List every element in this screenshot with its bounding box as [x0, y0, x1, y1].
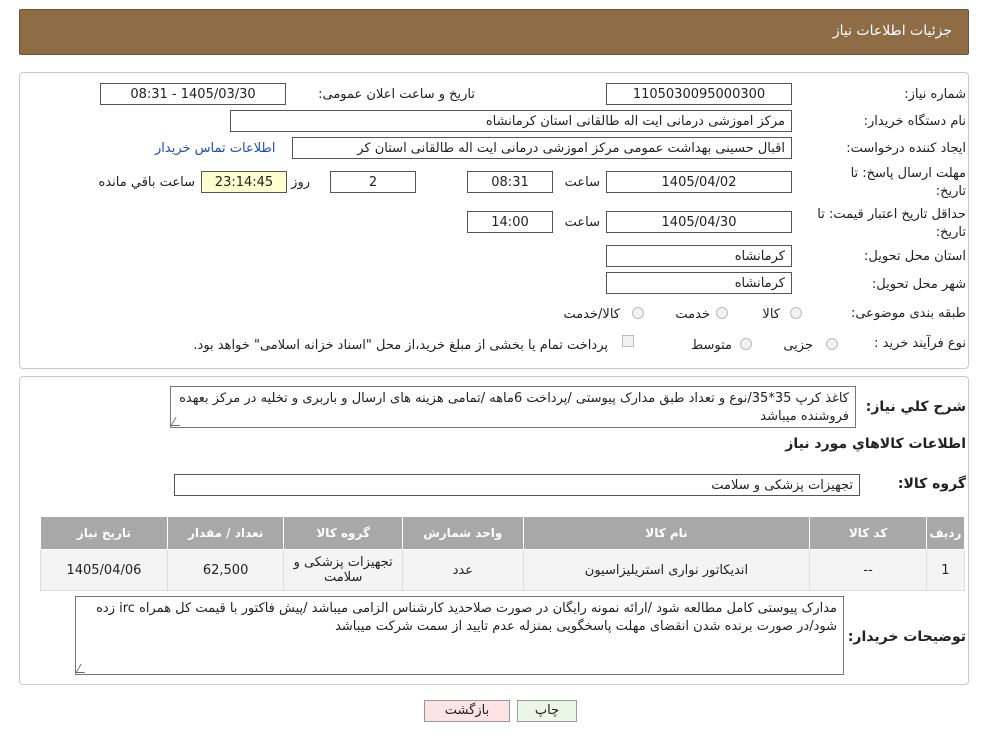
process-label: نوع فرآیند خرید :	[874, 336, 966, 351]
summary-text: کاغذ کرپ 35*35/نوع و تعداد طبق مدارک پیو…	[179, 391, 849, 424]
buyer-org-field: مرکز اموزشی درمانی ایت اله طالقانی استان…	[230, 110, 792, 132]
col-unit: واحد شمارش	[401, 516, 524, 550]
deadline-label: مهلت ارسال پاسخ: تا	[850, 166, 966, 181]
validity-label-date: تاریخ:	[935, 225, 966, 240]
col-date: تاریخ نیاز	[40, 516, 168, 550]
category-service-label: خدمت	[675, 307, 710, 322]
process-minor-radio[interactable]	[826, 338, 838, 350]
col-code: کد کالا	[809, 516, 927, 550]
need-number-field: 1105030095000300	[606, 83, 792, 105]
process-minor-label: جزیی	[783, 338, 813, 353]
remaining-time-label: ساعت باقي مانده	[98, 175, 195, 190]
col-qty: تعداد / مقدار	[166, 516, 285, 550]
cell-group: تجهیزات پزشکی و سلامت	[283, 549, 403, 591]
cell-name: اندیکاتور نواری استریلیزاسیون	[522, 549, 811, 591]
buyer-notes-text: مدارک پیوستی کامل مطالعه شود /ارائه نمون…	[96, 601, 837, 634]
category-goods-service-label: کالا/خدمت	[563, 307, 620, 322]
page-title: جزئیات اطلاعات نیاز	[832, 23, 952, 39]
days-remaining-field: 2	[330, 171, 416, 193]
category-goods-service-radio[interactable]	[632, 307, 644, 319]
city-field: کرمانشاه	[606, 272, 792, 294]
goods-group-label: گروه کالا:	[897, 476, 966, 492]
process-medium-radio[interactable]	[740, 338, 752, 350]
print-button[interactable]: چاپ	[517, 700, 577, 722]
summary-textarea: کاغذ کرپ 35*35/نوع و تعداد طبق مدارک پیو…	[170, 386, 856, 428]
requester-field: اقبال حسینی بهداشت عمومی مرکز اموزشی درم…	[292, 137, 792, 159]
deadline-date-field: 1405/04/02	[606, 171, 792, 193]
validity-time-field: 14:00	[467, 211, 553, 233]
requester-label: ایجاد کننده درخواست:	[846, 141, 966, 156]
table-row: 1 -- اندیکاتور نواری استریلیزاسیون عدد ت…	[40, 549, 966, 591]
col-name: نام کالا	[522, 516, 811, 550]
process-medium-label: متوسط	[691, 338, 732, 353]
deadline-label-date: تاریخ:	[935, 184, 966, 199]
validity-date-field: 1405/04/30	[606, 211, 792, 233]
buyer-contact-link[interactable]: اطلاعات تماس خریدار	[155, 141, 275, 156]
category-goods-label: کالا	[762, 307, 780, 322]
city-label: شهر محل تحویل:	[871, 277, 966, 292]
cell-code: --	[809, 549, 927, 591]
buyer-org-label: نام دستگاه خریدار:	[863, 114, 966, 129]
buyer-notes-textarea: مدارک پیوستی کامل مطالعه شود /ارائه نمون…	[75, 596, 844, 675]
resize-grip-icon[interactable]	[171, 417, 185, 426]
resize-grip-icon[interactable]	[76, 664, 90, 673]
deadline-time-field: 08:31	[467, 171, 553, 193]
treasury-payment-note: پرداخت تمام یا بخشی از مبلغ خرید،از محل …	[193, 338, 608, 353]
cell-qty: 62,500	[166, 549, 285, 591]
col-row: رديف	[925, 516, 966, 550]
col-group: گروه کالا	[283, 516, 403, 550]
goods-group-field: تجهیزات پزشکی و سلامت	[174, 474, 860, 496]
category-label: طبقه بندی موضوعی:	[850, 306, 966, 321]
validity-time-label: ساعت	[564, 215, 600, 230]
goods-section-title: اطلاعات کالاهاي مورد نياز	[785, 436, 966, 452]
treasury-checkbox[interactable]	[622, 335, 634, 347]
back-button[interactable]: بازگشت	[424, 700, 510, 722]
category-service-radio[interactable]	[716, 307, 728, 319]
need-number-label: شماره نیاز:	[904, 87, 966, 102]
province-field: کرمانشاه	[606, 245, 792, 267]
remaining-time-field: 23:14:45	[201, 171, 287, 193]
summary-label: شرح کلي نياز:	[865, 399, 966, 415]
province-label: استان محل تحویل:	[864, 249, 966, 264]
table-header-row: رديف کد کالا نام کالا واحد شمارش گروه کا…	[40, 516, 966, 550]
goods-table: رديف کد کالا نام کالا واحد شمارش گروه کا…	[40, 516, 966, 591]
announce-date-field: 1405/03/30 - 08:31	[100, 83, 286, 105]
announce-date-label: تاریخ و ساعت اعلان عمومی:	[318, 87, 475, 102]
cell-unit: عدد	[401, 549, 524, 591]
validity-label: حداقل تاریخ اعتبار قیمت: تا	[817, 207, 966, 222]
cell-row: 1	[925, 549, 966, 591]
category-goods-radio[interactable]	[790, 307, 802, 319]
cell-date: 1405/04/06	[40, 549, 168, 591]
page-header: جزئیات اطلاعات نیاز	[19, 9, 969, 55]
buyer-notes-label: توضیحات خریدار:	[847, 629, 966, 645]
deadline-time-label: ساعت	[564, 175, 600, 190]
